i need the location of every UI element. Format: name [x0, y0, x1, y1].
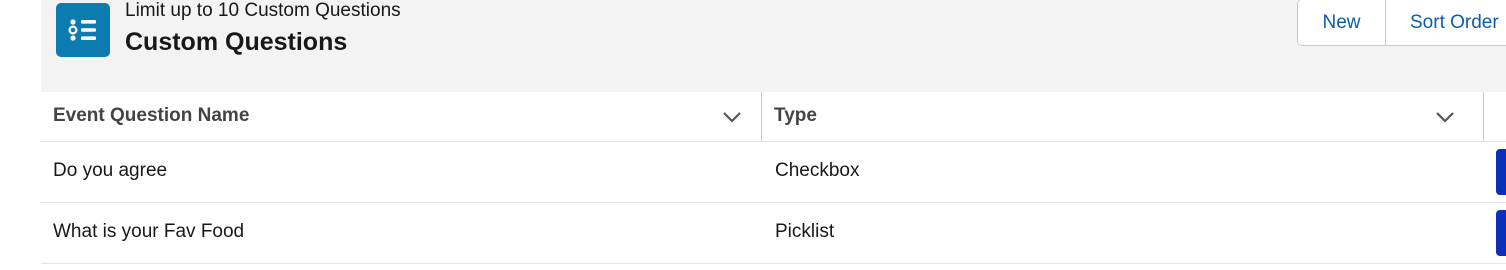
question-type-cell: Checkbox: [775, 160, 860, 181]
column-header-type[interactable]: Type: [762, 92, 1484, 141]
table-row: What is your Fav Food Picklist: [41, 203, 1506, 264]
question-name-cell: What is your Fav Food: [53, 221, 245, 242]
row-action-button[interactable]: [1496, 149, 1506, 195]
card-header: Limit up to 10 Custom Questions Custom Q…: [41, 0, 1506, 92]
questions-table: Event Question Name Type Do you agree Ch…: [41, 92, 1506, 264]
sort-order-button[interactable]: Sort Order: [1386, 0, 1506, 45]
chevron-down-icon[interactable]: [721, 107, 743, 127]
question-type-cell: Picklist: [775, 221, 835, 242]
column-header-event-question-name[interactable]: Event Question Name: [41, 92, 762, 141]
table-header: Event Question Name Type: [41, 92, 1506, 142]
header-button-group: New Sort Order: [1297, 0, 1506, 46]
card-subtitle: Limit up to 10 Custom Questions: [125, 0, 401, 21]
card-title: Custom Questions: [125, 28, 348, 56]
chevron-down-icon[interactable]: [1434, 107, 1456, 127]
custom-questions-card: Limit up to 10 Custom Questions Custom Q…: [41, 0, 1506, 270]
row-action-button[interactable]: [1496, 210, 1506, 256]
new-button[interactable]: New: [1298, 0, 1386, 45]
list-icon: [56, 3, 110, 57]
column-label: Event Question Name: [53, 105, 250, 126]
table-row: Do you agree Checkbox: [41, 142, 1506, 203]
column-label: Type: [774, 105, 817, 126]
question-name-cell: Do you agree: [53, 160, 168, 181]
